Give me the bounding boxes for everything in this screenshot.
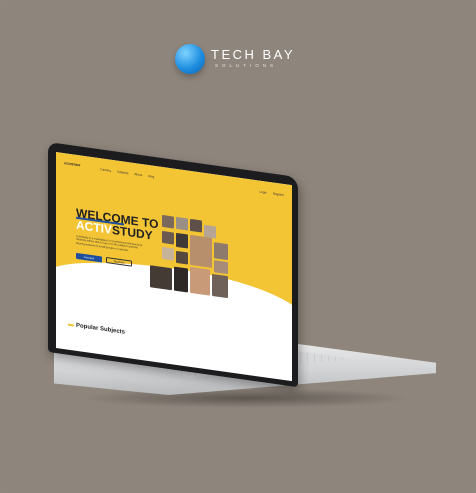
photo-tile [190, 266, 210, 296]
login-link[interactable]: Login [259, 190, 266, 195]
laptop-mockup: ACTIVSTUDY Tutoring Subjects About Blog … [0, 0, 476, 493]
photo-tile [162, 230, 174, 245]
nav-link[interactable]: Subjects [117, 170, 129, 176]
photo-tile [212, 273, 228, 299]
nav-link[interactable]: Blog [148, 174, 154, 179]
section-accent [68, 323, 74, 327]
photo-tile [174, 266, 188, 293]
photo-tile [162, 214, 174, 229]
card-background: TECH BAY SOLUTIONS ACTIVSTUDY Tutoring S… [0, 0, 476, 493]
site-logo[interactable]: ACTIVSTUDY [64, 159, 80, 168]
photo-tile [214, 242, 228, 261]
photo-tile [150, 265, 172, 291]
nav-link[interactable]: Tutoring [100, 167, 111, 173]
photo-tile [162, 246, 174, 261]
site-logo-b: STUDY [71, 162, 81, 168]
photo-tile [190, 234, 212, 268]
section-title: Popular Subjects [76, 322, 126, 336]
photo-tile [176, 250, 188, 265]
photo-tile [176, 232, 188, 249]
nav-link[interactable]: About [134, 172, 142, 177]
laptop-screen: ACTIVSTUDY Tutoring Subjects About Blog … [56, 152, 292, 382]
site-logo-a: ACTIV [64, 161, 72, 167]
register-link[interactable]: Register [273, 191, 284, 197]
photo-tile [214, 260, 228, 275]
photo-tile [190, 218, 202, 233]
nav-auth: Login Register [259, 190, 284, 197]
photo-grid [150, 212, 276, 329]
photo-tile [176, 216, 188, 231]
